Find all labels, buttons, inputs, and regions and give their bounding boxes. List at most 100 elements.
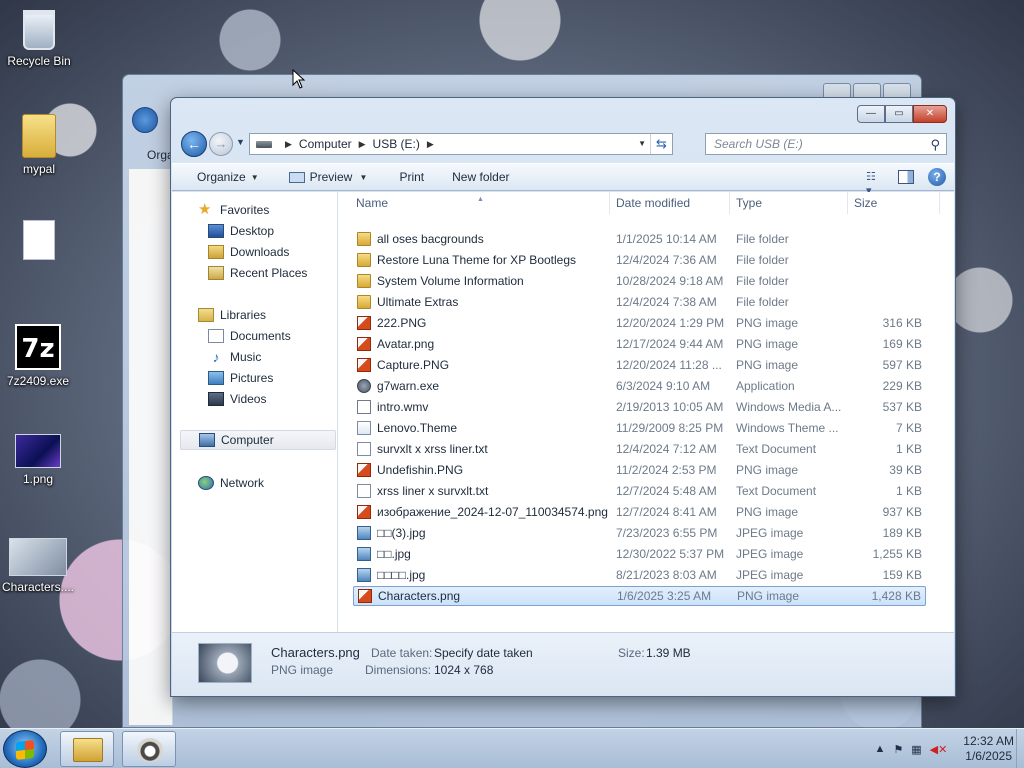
nav-pictures[interactable]: Pictures [208,368,273,388]
clock[interactable]: 12:32 AM 1/6/2025 [963,734,1014,764]
desktop-icon-mypal[interactable]: mypal [1,114,77,176]
nav-network[interactable]: Network [198,473,264,493]
chevron-right-icon[interactable]: ▶ [359,139,366,150]
column-header-date[interactable]: Date modified [610,192,730,214]
nav-favorites[interactable]: ★ Favorites [198,200,269,220]
help-icon[interactable]: ? [928,168,946,186]
refresh-button[interactable]: ⇆ [650,134,672,154]
breadcrumb-computer[interactable]: Computer [299,137,352,151]
desktop-icon-recycle-bin[interactable]: Recycle Bin [1,10,77,68]
address-bar[interactable]: ▶ Computer ▶ USB (E:) ▶ ▼ ⇆ [249,133,673,155]
file-name: □□(3).jpg [377,526,426,540]
back-button[interactable]: ← [181,131,207,157]
preview-button[interactable]: Preview ▼ [271,170,380,184]
preview-pane-icon[interactable] [898,170,914,184]
action-center-flag-icon[interactable]: ⚑ [893,743,903,756]
png-file-icon [357,505,371,519]
file-row[interactable]: □□(3).jpg 7/23/2023 6:55 PM JPEG image 189 … [353,523,926,543]
file-row[interactable]: изображение_2024-12-07_110034574.png 12/7… [353,502,926,522]
nav-videos[interactable]: Videos [208,389,266,409]
desktop-icon-7zip[interactable]: 7z 7z2409.exe [0,324,76,388]
nav-libraries[interactable]: Libraries [198,305,266,325]
column-header-name[interactable]: Name ▲ [350,192,610,214]
downloads-icon [208,245,224,259]
file-name-cell: xrss liner x survxlt.txt [357,484,488,498]
file-row[interactable]: Lenovo.Theme 11/29/2009 8:25 PM Windows Th… [353,418,926,438]
file-row[interactable]: g7warn.exe 6/3/2024 9:10 AM Application 229… [353,376,926,396]
desktop-icon-blank-file[interactable] [1,220,77,264]
file-date-cell: 12/7/2024 5:48 AM [616,484,717,498]
taskbar-explorer-button[interactable] [60,731,114,767]
file-name: Lenovo.Theme [377,421,458,435]
file-row[interactable]: □□.jpg 12/30/2022 5:37 PM JPEG image 1,255 … [353,544,926,564]
file-row[interactable]: intro.wmv 2/19/2013 10:05 AM Windows Media… [353,397,926,417]
organize-button[interactable]: Organize ▼ [172,170,271,184]
forward-button[interactable]: → [209,132,233,156]
file-name-cell: Capture.PNG [357,358,449,372]
details-size-value: 1.39 MB [646,646,691,660]
system-tray: ▲ ⚑ ▦ ◀✕ 12:32 AM 1/6/2025 [874,729,1014,768]
desktop-icon-1png[interactable]: 1.png [0,434,76,486]
details-date-taken-value[interactable]: Specify date taken [434,646,533,660]
nav-documents[interactable]: Documents [208,326,291,346]
minimize-button[interactable]: — [857,105,885,123]
explorer-window[interactable]: — ▭ ✕ ← → ▼ ▶ Computer ▶ USB (E:) ▶ ▼ ⇆ … [170,97,956,697]
pictures-icon [208,371,224,385]
recent-pages-dropdown[interactable]: ▼ [236,137,245,147]
desktop-icon-label: Recycle Bin [7,54,71,68]
file-row[interactable]: Restore Luna Theme for XP Bootlegs 12/4/2… [353,250,926,270]
nav-recent-places[interactable]: Recent Places [208,263,307,283]
print-button[interactable]: Print [379,170,436,184]
file-name-cell: Avatar.png [357,337,434,351]
column-header-size[interactable]: Size [848,192,940,214]
volume-muted-icon[interactable]: ◀✕ [930,743,948,756]
show-desktop-button[interactable] [1016,729,1024,768]
start-button[interactable] [3,730,47,768]
file-row[interactable]: all oses bacgrounds 1/1/2025 10:14 AM File… [353,229,926,249]
file-row[interactable]: □□□□.jpg 8/21/2023 8:03 AM JPEG image 159 K… [353,565,926,585]
file-row[interactable]: Capture.PNG 12/20/2024 11:28 ... PNG image… [353,355,926,375]
file-name-cell: □□(3).jpg [357,526,426,540]
file-date-cell: 11/29/2009 8:25 PM [616,421,724,435]
file-row[interactable]: Characters.png 1/6/2025 3:25 AM PNG image 1… [353,586,926,606]
network-tray-icon[interactable]: ▦ [911,743,921,756]
maximize-button[interactable]: ▭ [885,105,913,123]
taskbar-app-button[interactable] [122,731,176,767]
show-hidden-icons-icon[interactable]: ▲ [874,743,885,755]
close-button[interactable]: ✕ [913,105,947,123]
file-name-cell: Characters.png [358,589,460,603]
new-folder-button[interactable]: New folder [436,170,521,184]
file-name: Capture.PNG [377,358,450,372]
nav-label: Favorites [220,203,270,217]
nav-computer[interactable]: Computer [180,430,336,450]
file-row[interactable]: xrss liner x survxlt.txt 12/7/2024 5:48 A… [353,481,926,501]
organize-label: Organize [197,170,246,184]
file-row[interactable]: Avatar.png 12/17/2024 9:44 AM PNG image 169… [353,334,926,354]
png-file-icon [357,463,371,477]
file-row[interactable]: System Volume Information 10/28/2024 9:18… [353,271,926,291]
file-type-cell: PNG image [736,337,799,351]
nav-desktop[interactable]: Desktop [208,221,274,241]
back-button[interactable] [132,107,158,133]
chevron-right-icon[interactable]: ▶ [427,139,434,150]
column-header-label: Date modified [616,196,691,210]
file-date-cell: 12/17/2024 9:44 AM [616,337,724,351]
nav-music[interactable]: ♪ Music [208,347,262,367]
desktop-icon-characters[interactable]: Characters.... [0,538,76,594]
chevron-right-icon[interactable]: ▶ [285,139,292,150]
file-name: g7warn.exe [377,379,440,393]
change-view-icon[interactable]: ☷ ▾ [866,170,884,197]
file-row[interactable]: Undefishin.PNG 11/2/2024 2:53 PM PNG image… [353,460,926,480]
search-icon[interactable]: ⚲ [930,135,940,155]
file-row[interactable]: survxlt x xrss liner.txt 12/4/2024 7:12 A… [353,439,926,459]
address-history-dropdown[interactable]: ▼ [638,139,646,148]
file-type-cell: Windows Theme ... [736,421,839,435]
app-icon [137,738,163,762]
search-input[interactable]: Search USB (E:) ⚲ [705,133,947,155]
column-header-type[interactable]: Type [730,192,848,214]
file-name-cell: □□□□.jpg [357,568,425,582]
breadcrumb-usb[interactable]: USB (E:) [373,137,420,151]
file-row[interactable]: Ultimate Extras 12/4/2024 7:38 AM File fol… [353,292,926,312]
file-row[interactable]: 222.PNG 12/20/2024 1:29 PM PNG image 316 KB [353,313,926,333]
nav-downloads[interactable]: Downloads [208,242,289,262]
